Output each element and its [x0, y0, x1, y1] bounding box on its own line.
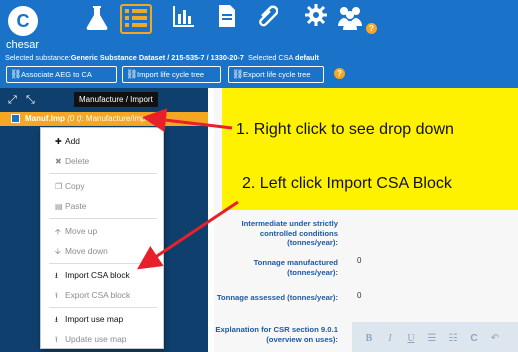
- update-icon: ⭱: [55, 335, 58, 344]
- link-icon: ⛓: [232, 69, 244, 79]
- step-two-text: 2. Left click Import CSA Block: [242, 175, 452, 192]
- menu-item-import-csa-block-label: Import CSA block: [65, 270, 130, 280]
- menu-item-move-up[interactable]: 🡩 Move up: [55, 224, 97, 238]
- menu-item-update-use-map[interactable]: ⭱ Update use map: [55, 332, 126, 346]
- paperclip-icon[interactable]: [254, 4, 280, 34]
- tonnage-manufactured-value[interactable]: 0: [357, 256, 361, 265]
- menu-item-move-down-label: Move down: [65, 246, 108, 256]
- node-code: Manuf.Imp: [25, 114, 65, 123]
- menu-item-add-label: Add: [65, 136, 80, 146]
- chesar-logo[interactable]: C: [8, 6, 38, 36]
- tree-controls: ⤢ ⤡: [8, 94, 35, 107]
- intermediate-label: Intermediate under strictly controlled c…: [241, 219, 338, 247]
- app-name: chesar: [6, 39, 40, 51]
- menu-item-export-csa-block-label: Export CSA block: [65, 290, 131, 300]
- export-life-cycle-tree-button[interactable]: ⛓ Export life cycle tree: [228, 66, 324, 83]
- list-icon[interactable]: [120, 4, 152, 34]
- tree-node-label: Manuf.Imp (0 t): Manufacture/import: [25, 113, 155, 125]
- import-life-cycle-tree-button[interactable]: ⛓ Import life cycle tree: [122, 66, 221, 83]
- italic-icon[interactable]: I: [383, 332, 397, 346]
- x-icon: ✖: [55, 157, 62, 166]
- export-icon: ⭱: [55, 291, 58, 300]
- associate-aeg-label: Associate AEG to CA: [21, 70, 92, 79]
- plus-icon: ✚: [55, 137, 62, 146]
- document-icon-graphic: [219, 5, 235, 27]
- toolbar-help-icon[interactable]: ?: [334, 68, 345, 79]
- flask-icon-graphic: [86, 6, 108, 30]
- paste-icon: ▤: [55, 202, 63, 211]
- csa-value: default: [295, 53, 319, 62]
- link-icon: ⛓: [10, 69, 22, 79]
- paperclip-icon-graphic: [259, 5, 279, 27]
- tonnage-manufactured-label: Tonnage manufactured (tonnes/year):: [253, 258, 338, 277]
- gear-icon-graphic: [305, 4, 327, 26]
- step-one-text: 1. Right click to see drop down: [236, 121, 454, 138]
- help-icon[interactable]: ?: [366, 23, 377, 34]
- substance-prefix: Selected substance:: [5, 53, 71, 62]
- export-life-cycle-tree-label: Export life cycle tree: [243, 70, 311, 79]
- bold-icon[interactable]: B: [362, 332, 376, 346]
- tonnage-assessed-label: Tonnage assessed (tonnes/year):: [216, 293, 338, 302]
- users-icon-graphic: [338, 7, 362, 30]
- link-icon: ⛓: [126, 69, 138, 79]
- document-icon[interactable]: [216, 4, 238, 34]
- menu-separator: [49, 173, 157, 174]
- bar-chart-icon-graphic: [173, 6, 194, 27]
- menu-item-copy-label: Copy: [65, 181, 85, 191]
- menu-item-import-csa-block[interactable]: ⭳ Import CSA block: [55, 268, 130, 282]
- bar-chart-icon[interactable]: [170, 4, 198, 34]
- menu-item-export-csa-block[interactable]: ⭱ Export CSA block: [55, 288, 130, 302]
- menu-separator: [49, 263, 157, 264]
- csa-prefix: Selected CSA: [247, 53, 294, 62]
- menu-item-paste[interactable]: ▤ Paste: [55, 199, 86, 213]
- menu-item-update-use-map-label: Update use map: [65, 334, 127, 344]
- bullet-list-icon[interactable]: ☰: [425, 332, 439, 346]
- associate-aeg-button[interactable]: ⛓ Associate AEG to CA: [6, 66, 117, 83]
- gear-icon[interactable]: [304, 4, 328, 34]
- context-menu: ✚ Add ✖ Delete ❐ Copy ▤ Paste 🡩 Move up 🡫 Move…: [40, 127, 164, 349]
- menu-item-move-down[interactable]: 🡫 Move down: [55, 244, 108, 258]
- expand-all-icon[interactable]: ⤢: [8, 94, 17, 106]
- menu-item-delete[interactable]: ✖ Delete: [55, 154, 89, 168]
- arrow-down-icon: 🡫: [55, 247, 61, 256]
- selected-substance-line: Selected substance:Generic Substance Dat…: [5, 53, 319, 62]
- list-icon-graphic: [125, 9, 147, 27]
- menu-item-delete-label: Delete: [65, 156, 90, 166]
- collapse-all-icon[interactable]: ⤡: [26, 94, 35, 106]
- menu-item-import-use-map-label: Import use map: [65, 314, 124, 324]
- numbered-list-icon[interactable]: ☷: [446, 332, 460, 346]
- menu-item-paste-label: Paste: [65, 201, 87, 211]
- menu-separator: [49, 218, 157, 219]
- node-type-icon: [11, 114, 20, 123]
- import-life-cycle-tree-label: Import life cycle tree: [137, 70, 205, 79]
- flask-icon[interactable]: [84, 4, 110, 34]
- import-icon: ⭳: [55, 271, 58, 280]
- node-name: : Manufacture/import: [81, 114, 155, 123]
- users-icon[interactable]: [336, 4, 364, 34]
- explanation-label: Explanation for CSR section 9.0.1 (overv…: [215, 325, 338, 344]
- menu-separator: [49, 307, 157, 308]
- clear-format-icon[interactable]: C: [467, 332, 481, 346]
- menu-item-copy[interactable]: ❐ Copy: [55, 179, 85, 193]
- arrow-up-icon: 🡩: [55, 227, 61, 236]
- node-tooltip: Manufacture / Import: [74, 92, 158, 107]
- menu-item-import-use-map[interactable]: ⭳ Import use map: [55, 312, 123, 326]
- substance-value: Generic Substance Dataset / 215-535-7 / …: [70, 53, 244, 62]
- underline-icon[interactable]: U: [404, 332, 418, 346]
- menu-item-move-up-label: Move up: [65, 226, 98, 236]
- tonnage-assessed-value[interactable]: 0: [357, 291, 361, 300]
- node-tonnage: (0 t): [67, 114, 82, 123]
- menu-item-add[interactable]: ✚ Add: [55, 134, 80, 148]
- import-icon: ⭳: [55, 315, 58, 324]
- copy-icon: ❐: [55, 182, 63, 191]
- undo-icon[interactable]: ↶: [488, 332, 502, 346]
